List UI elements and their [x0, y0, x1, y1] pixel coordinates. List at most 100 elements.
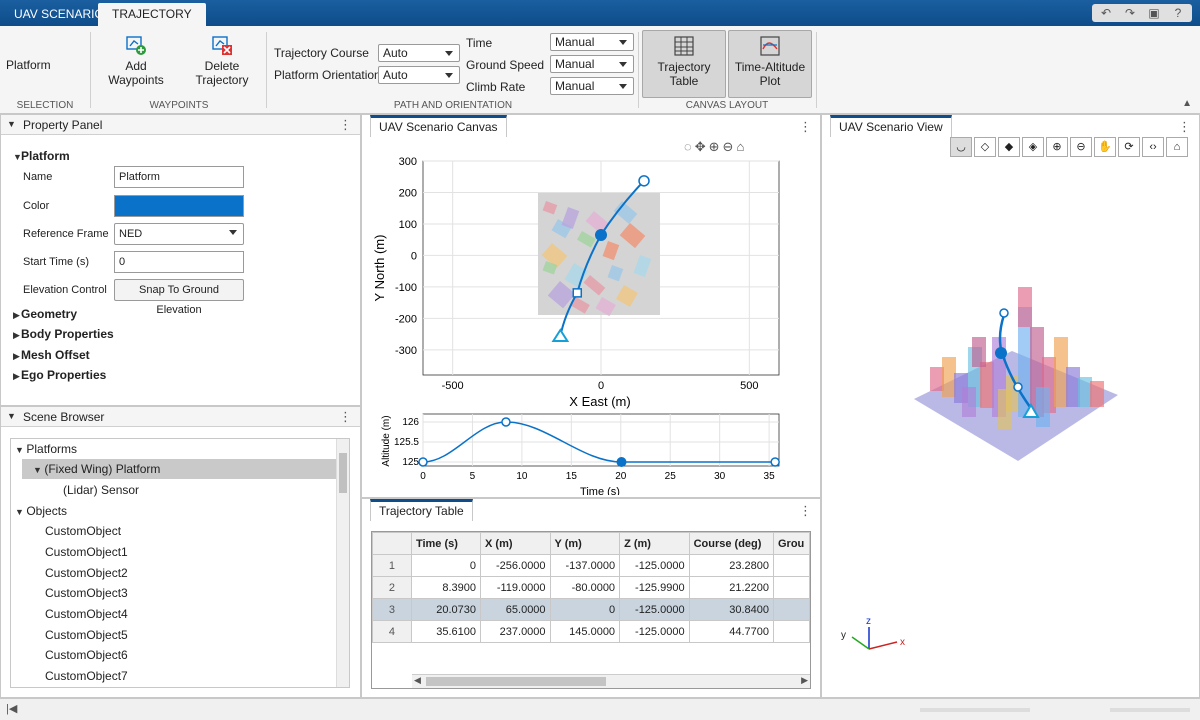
column-header[interactable]: Grou: [773, 532, 810, 555]
trajectory-course-dropdown[interactable]: Auto: [378, 44, 460, 62]
add-waypoints-button[interactable]: Add Waypoints: [100, 34, 172, 96]
tree-item-object[interactable]: CustomObject5: [45, 625, 128, 645]
tree-item-object[interactable]: CustomObject: [45, 521, 121, 541]
color-swatch[interactable]: [114, 195, 244, 217]
property-panel-menu-icon[interactable]: ⋮: [339, 117, 352, 133]
help-icon[interactable]: ?: [1168, 5, 1188, 21]
tree-item-object[interactable]: CustomObject4: [45, 604, 128, 624]
table-cell[interactable]: 44.7700: [688, 620, 775, 643]
row-index[interactable]: 3: [372, 598, 412, 621]
xy-plot[interactable]: -500 0 5003002001000-100-200-300 X East (m…: [362, 115, 820, 495]
column-header[interactable]: X (m): [480, 532, 551, 555]
table-cell[interactable]: 23.2800: [688, 554, 775, 577]
table-cell[interactable]: 237.0000: [480, 620, 551, 643]
property-panel-collapse-icon[interactable]: ▼: [7, 119, 16, 129]
scenario-view-tab[interactable]: UAV Scenario View: [830, 115, 952, 137]
time-altitude-plot-toggle[interactable]: Time-Altitude Plot: [728, 30, 812, 98]
tree-item-object[interactable]: CustomObject7: [45, 666, 128, 686]
column-header[interactable]: Z (m): [619, 532, 690, 555]
tree-item-object[interactable]: CustomObject2: [45, 563, 128, 583]
undo-icon[interactable]: ↶: [1096, 5, 1116, 21]
alt-x-tick-label: 5: [470, 471, 476, 482]
table-scrollbar-thumb[interactable]: [426, 677, 606, 686]
table-row[interactable]: 4 35.6100 237.0000 145.0000 -125.0000 44.7700: [372, 620, 810, 643]
table-cell[interactable]: [773, 554, 810, 577]
table-cell[interactable]: 20.0730: [410, 598, 482, 621]
alt-xlabel: Time (s): [580, 486, 620, 495]
body-properties-group-header[interactable]: ▶Body Properties: [13, 327, 114, 341]
view-menu-icon[interactable]: ⋮: [1178, 119, 1191, 135]
tab-trajectory[interactable]: TRAJECTORY: [98, 3, 206, 26]
alt-x-tick-label: 20: [615, 471, 627, 482]
ground-speed-dropdown[interactable]: Manual: [550, 55, 634, 73]
redo-icon[interactable]: ↷: [1120, 5, 1140, 21]
row-index[interactable]: 1: [372, 554, 412, 577]
table-cell[interactable]: -137.0000: [549, 554, 621, 577]
3d-platform-marker: [995, 347, 1007, 359]
trajectory-table-toggle[interactable]: Trajectory Table: [642, 30, 726, 98]
start-time-field[interactable]: 0: [114, 251, 244, 273]
status-collapse-icon[interactable]: |◀: [6, 702, 17, 715]
table-cell[interactable]: 0: [410, 554, 482, 577]
tree-item-fixed-wing-platform[interactable]: ▼ (Fixed Wing) Platform: [33, 459, 160, 479]
platform-group-header[interactable]: ▼Platform: [13, 149, 70, 163]
table-row[interactable]: 3 20.0730 65.0000 0 -125.0000 30.8400: [372, 598, 810, 621]
tree-item-objects[interactable]: ▼ Objects: [15, 501, 67, 521]
delete-trajectory-button[interactable]: Delete Trajectory: [186, 34, 258, 96]
tree-item-object[interactable]: CustomObject6: [45, 645, 128, 665]
table-cell[interactable]: 0: [549, 598, 621, 621]
table-cell[interactable]: -125.9900: [619, 576, 690, 599]
table-menu-icon[interactable]: ⋮: [799, 503, 812, 519]
ego-properties-group-header[interactable]: ▶Ego Properties: [13, 368, 106, 382]
row-index[interactable]: 4: [372, 620, 412, 643]
table-cell[interactable]: -119.0000: [480, 576, 551, 599]
scene-browser-collapse-icon[interactable]: ▼: [7, 411, 16, 421]
tree-item-platforms[interactable]: ▼ Platforms: [15, 439, 77, 459]
scroll-right-icon[interactable]: ▶: [801, 675, 808, 686]
scroll-left-icon[interactable]: ◀: [414, 675, 421, 686]
trajectory-table-tab[interactable]: Trajectory Table: [370, 499, 473, 521]
table-cell[interactable]: -80.0000: [549, 576, 621, 599]
table-cell[interactable]: 65.0000: [480, 598, 551, 621]
time-dropdown[interactable]: Manual: [550, 33, 634, 51]
platform-orientation-dropdown[interactable]: Auto: [378, 66, 460, 84]
table-row[interactable]: 2 8.3900 -119.0000 -80.0000 -125.9900 21.2200: [372, 576, 810, 599]
table-cell[interactable]: [773, 576, 810, 599]
table-row[interactable]: 1 0 -256.0000 -137.0000 -125.0000 23.2800: [372, 554, 810, 577]
row-index[interactable]: 2: [372, 576, 412, 599]
climb-rate-dropdown[interactable]: Manual: [550, 77, 634, 95]
tree-item-object[interactable]: CustomObject3: [45, 583, 128, 603]
table-cell[interactable]: 145.0000: [549, 620, 621, 643]
tree-scrollbar[interactable]: [336, 439, 349, 687]
table-cell[interactable]: -256.0000: [480, 554, 551, 577]
table-cell[interactable]: 8.3900: [410, 576, 482, 599]
reference-frame-dropdown[interactable]: NED: [114, 223, 244, 245]
table-cell[interactable]: [773, 620, 810, 643]
table-cell[interactable]: [773, 598, 810, 621]
mesh-offset-group-header[interactable]: ▶Mesh Offset: [13, 348, 90, 362]
table-cell[interactable]: -125.0000: [619, 598, 690, 621]
table-horizontal-scrollbar[interactable]: ◀ ▶: [412, 674, 810, 688]
tree-item-lidar-sensor[interactable]: (Lidar) Sensor: [63, 480, 139, 500]
waypoint-marker: [572, 288, 583, 298]
table-cell[interactable]: -125.0000: [619, 554, 690, 577]
snap-to-ground-button[interactable]: Snap To Ground Elevation: [114, 279, 244, 316]
y-tick-label: 300: [399, 156, 417, 168]
tree-item-object[interactable]: CustomObject1: [45, 542, 128, 562]
table-cell[interactable]: 21.2200: [688, 576, 775, 599]
collapse-toolstrip-icon[interactable]: ▲: [1182, 98, 1192, 109]
scene-browser-menu-icon[interactable]: ⋮: [339, 409, 352, 425]
column-header[interactable]: Time (s): [410, 532, 482, 555]
scenario-3d-view[interactable]: z x y: [822, 137, 1199, 697]
tree-scrollbar-thumb[interactable]: [339, 453, 347, 493]
trajectory-table-label-1: Trajectory: [657, 60, 711, 74]
table-cell[interactable]: -125.0000: [619, 620, 690, 643]
geometry-group-header[interactable]: ▶Geometry: [13, 307, 77, 321]
column-header[interactable]: Y (m): [549, 532, 621, 555]
column-header[interactable]: Course (deg): [688, 532, 775, 555]
save-icon[interactable]: ▣: [1144, 5, 1164, 21]
table-cell[interactable]: 35.6100: [410, 620, 482, 643]
name-field[interactable]: Platform: [114, 166, 244, 188]
table-cell[interactable]: 30.8400: [688, 598, 775, 621]
selection-value[interactable]: Platform: [6, 58, 51, 72]
